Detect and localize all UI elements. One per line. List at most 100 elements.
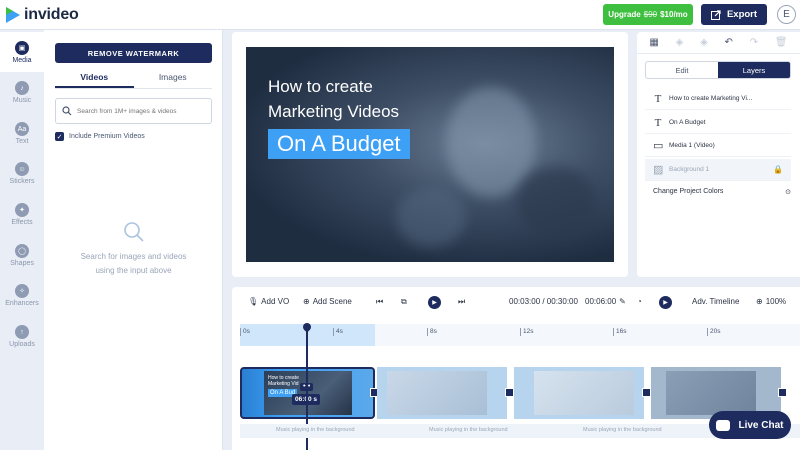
bokeh: [516, 167, 596, 237]
empty-line-1: Search for images and videos: [80, 252, 187, 261]
grid-icon[interactable]: ▦: [649, 37, 658, 48]
layer-label: Background 1: [669, 166, 710, 173]
music-label: Music playing in the background: [276, 427, 355, 433]
rail-item-effects[interactable]: ✦ Effects: [0, 203, 44, 226]
logo[interactable]: invideo: [6, 6, 79, 24]
tick-label: 16s: [612, 328, 627, 336]
remove-watermark-button[interactable]: REMOVE WATERMARK: [55, 43, 212, 63]
rail-label: Text: [15, 138, 29, 145]
skip-back-icon[interactable]: ⏮: [376, 297, 383, 307]
avatar[interactable]: E: [777, 5, 796, 24]
music-icon: ♪: [15, 81, 29, 95]
bokeh: [446, 87, 536, 197]
rail-label: Media: [12, 56, 32, 64]
bokeh: [396, 187, 466, 247]
play-button[interactable]: ▶: [428, 296, 441, 309]
upgrade-button[interactable]: Upgrade $90 $10/mo: [603, 4, 693, 25]
layer-item[interactable]: ▭ Media 1 (Video): [645, 135, 791, 157]
sticker-icon: ☺: [15, 162, 29, 176]
export-button[interactable]: Export: [701, 4, 767, 25]
preview-highlight-text[interactable]: On A Budget: [268, 129, 410, 159]
tab-layers[interactable]: Layers: [718, 62, 790, 78]
zoom-icon: ⊕: [756, 297, 763, 306]
preview-play-button[interactable]: ▶: [659, 296, 672, 309]
tab-videos[interactable]: Videos: [55, 70, 134, 88]
rail-item-shapes[interactable]: ◯ Shapes: [0, 244, 44, 267]
scene-duration[interactable]: 00:06:00 ✎: [585, 297, 626, 306]
clip-thumbnail: [666, 371, 756, 415]
search-box[interactable]: [55, 98, 212, 124]
rail-item-enhancers[interactable]: ✧ Enhancers: [0, 284, 44, 307]
effects-icon: ✦: [15, 203, 29, 217]
rail-label: Uploads: [9, 341, 35, 348]
search-input[interactable]: [77, 107, 207, 115]
layer-item[interactable]: T How to create Marketing Vi...: [645, 88, 791, 110]
add-scene-button[interactable]: ⊕ Add Scene: [303, 297, 352, 306]
rail-item-music[interactable]: ♪ Music: [0, 81, 44, 104]
video-preview[interactable]: How to create Marketing Videos On A Budg…: [246, 47, 614, 262]
premium-label: Include Premium Videos: [69, 133, 145, 140]
change-project-colors[interactable]: Change Project Colors ⊙: [653, 188, 791, 196]
shapes-icon: ◯: [15, 244, 29, 258]
right-panel: ▦ ◈ ◈ ↶ ↷ 🗑 Edit Layers T How to create …: [637, 32, 800, 277]
layer-item[interactable]: ▨ Background 1 🔒: [645, 159, 791, 181]
clip-thumbnail: [387, 371, 487, 415]
tick-label: 4s: [333, 328, 343, 336]
premium-toggle[interactable]: ✓ Include Premium Videos: [55, 132, 145, 141]
export-icon: [710, 9, 721, 20]
add-vo-label: Add VO: [261, 297, 290, 306]
layer-label: On A Budget: [669, 119, 706, 126]
search-icon: [123, 222, 144, 242]
preview-title-line-1[interactable]: How to create: [268, 77, 373, 97]
live-chat-button[interactable]: Live Chat: [709, 411, 791, 439]
premium-checkbox[interactable]: ✓: [55, 132, 64, 141]
rail-item-text[interactable]: Aa Text: [0, 122, 44, 145]
rail-label: Enhancers: [5, 300, 39, 307]
tab-edit[interactable]: Edit: [646, 62, 718, 78]
rail-item-media[interactable]: ▣ Media: [0, 32, 44, 72]
export-label: Export: [726, 9, 758, 20]
clip-text-line: Marketing Vid: [268, 381, 299, 387]
tick-label: 0s: [240, 328, 250, 336]
scene-preview-icon[interactable]: ⧉: [401, 297, 407, 307]
live-chat-label: Live Chat: [738, 419, 784, 431]
time-ruler[interactable]: 0s 4s 8s 12s 16s 20s: [240, 324, 800, 346]
logo-text: invideo: [24, 6, 79, 23]
music-label: Music playing in the background: [429, 427, 508, 433]
play-icon: ▶: [659, 296, 672, 309]
clip-thumbnail: [534, 371, 634, 415]
preview-title-line-2[interactable]: Marketing Videos: [268, 102, 399, 122]
time-readout: 00:03:00 / 00:30:00: [509, 297, 578, 306]
tick-label: 8s: [427, 328, 437, 336]
transition-icon[interactable]: [778, 388, 787, 397]
empty-state: Search for images and videos using the i…: [55, 220, 212, 278]
layer-up-icon[interactable]: ◈: [676, 37, 684, 48]
layer-down-icon[interactable]: ◈: [700, 37, 708, 48]
plus-circle-icon: ⊕: [303, 297, 310, 306]
skip-forward-icon[interactable]: ⏭: [458, 297, 465, 307]
scene-duration-value: 00:06:00: [585, 297, 617, 306]
media-layer-icon: ▭: [653, 140, 664, 152]
layer-item[interactable]: T On A Budget: [645, 112, 791, 134]
scene-clip[interactable]: [377, 367, 507, 419]
redo-icon[interactable]: ↷: [750, 37, 758, 48]
transition-icon[interactable]: [642, 388, 651, 397]
scene-clip[interactable]: [514, 367, 644, 419]
timer-icon[interactable]: ◔: [637, 297, 642, 306]
image-layer-icon: ▨: [653, 164, 664, 176]
adv-timeline-button[interactable]: Adv. Timeline: [692, 297, 739, 306]
transition-icon[interactable]: [505, 388, 514, 397]
add-vo-button[interactable]: 🎙 Add VO: [248, 297, 289, 306]
lock-icon[interactable]: 🔒: [773, 165, 783, 174]
media-panel: REMOVE WATERMARK Videos Images ✓ Include…: [44, 30, 223, 450]
chat-icon: [716, 419, 731, 431]
tab-images[interactable]: Images: [134, 70, 213, 88]
zoom-control[interactable]: ⊕ 100%: [756, 297, 786, 306]
delete-icon[interactable]: 🗑: [775, 37, 788, 48]
rail-item-uploads[interactable]: ↑ Uploads: [0, 325, 44, 348]
rail-label: Music: [12, 97, 32, 104]
top-bar: invideo Upgrade $90 $10/mo Export E: [0, 0, 800, 30]
layer-toolbar: ▦ ◈ ◈ ↶ ↷ 🗑: [637, 32, 800, 54]
rail-item-stickers[interactable]: ☺ Stickers: [0, 162, 44, 185]
undo-icon[interactable]: ↶: [725, 37, 733, 48]
